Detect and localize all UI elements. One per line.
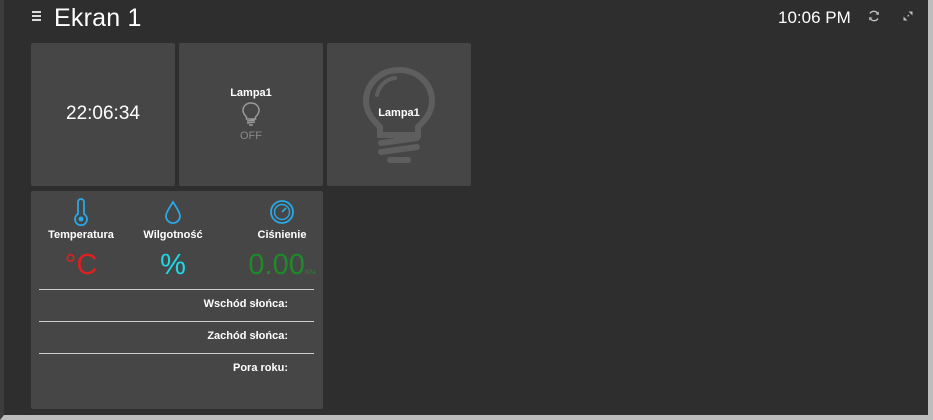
season-label: Pora roku: xyxy=(232,362,288,374)
lightbulb-icon xyxy=(242,102,260,126)
sunset-label: Zachód słońca: xyxy=(207,330,288,342)
sunrise-label: Wschód słońca: xyxy=(203,298,288,310)
fullscreen-icon[interactable] xyxy=(901,9,915,23)
lamp-big-name: Lampa1 xyxy=(378,107,420,119)
droplet-icon xyxy=(165,200,181,224)
clock-value: 22:06:34 xyxy=(66,103,140,124)
lamp-switch-tile[interactable]: Lampa1 OFF xyxy=(179,43,323,186)
clock-tile: 22:06:34 xyxy=(31,43,175,186)
pressure-value: 0.00hPa xyxy=(232,249,332,282)
lamp-switch-state: OFF xyxy=(240,130,262,142)
thermometer-icon xyxy=(74,198,88,226)
humidity-value: % xyxy=(160,249,186,281)
pressure-label: Ciśnienie xyxy=(257,229,307,241)
lamp-switch-name: Lampa1 xyxy=(230,87,272,99)
menu-icon[interactable] xyxy=(32,11,41,22)
divider xyxy=(39,289,314,290)
page-title: Ekran 1 xyxy=(54,4,142,32)
header-bar: Ekran 1 10:06 PM xyxy=(4,0,928,38)
pressure-unit: hPa xyxy=(304,270,316,276)
temperature-column: Temperatura °C xyxy=(31,191,131,281)
temperature-value: °C xyxy=(64,249,98,281)
header-clock: 10:06 PM xyxy=(778,8,851,27)
humidity-label: Wilgotność xyxy=(143,229,203,241)
gauge-icon xyxy=(270,200,294,224)
dashboard-window: Ekran 1 10:06 PM 22:06:34 Lampa1 OFF Lam… xyxy=(0,0,933,420)
pressure-column: Ciśnienie 0.00hPa xyxy=(232,191,332,281)
divider xyxy=(39,353,314,354)
humidity-column: Wilgotność % xyxy=(123,191,223,281)
temperature-label: Temperatura xyxy=(48,229,114,241)
refresh-icon[interactable] xyxy=(867,9,881,23)
lamp-big-tile[interactable]: Lampa1 xyxy=(327,43,471,186)
pressure-number: 0.00 xyxy=(248,249,305,281)
divider xyxy=(39,321,314,322)
weather-tile: Temperatura °C Wilgotność % Ciśnienie 0.… xyxy=(31,191,323,409)
